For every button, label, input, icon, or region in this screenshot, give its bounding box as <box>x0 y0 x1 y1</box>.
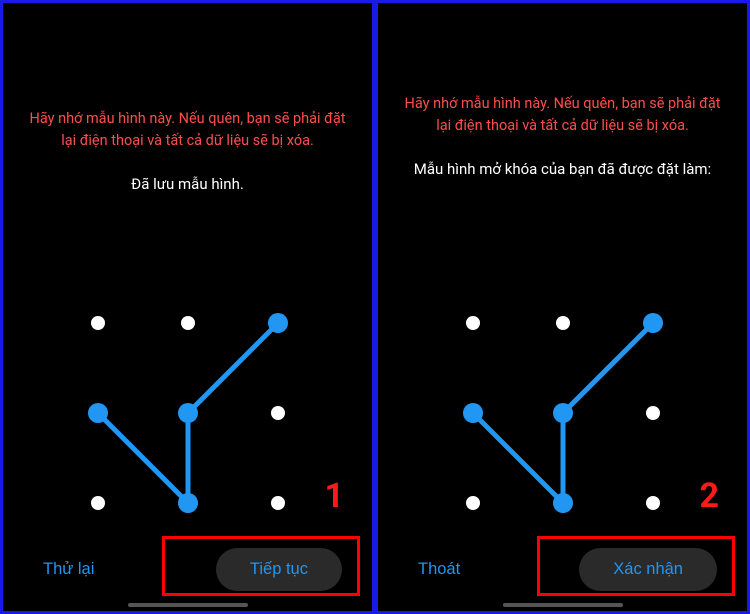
warning-message: Hãy nhớ mẫu hình này. Nếu quên, bạn sẽ p… <box>3 108 372 153</box>
pattern-grid[interactable] <box>453 303 673 523</box>
home-indicator[interactable] <box>503 603 623 607</box>
status-message: Đã lưu mẫu hình. <box>111 175 264 193</box>
lock-pattern-screen-1: Hãy nhớ mẫu hình này. Nếu quên, bạn sẽ p… <box>0 0 375 614</box>
pattern-dot-3[interactable] <box>463 403 483 423</box>
pattern-dot-6[interactable] <box>466 496 480 510</box>
pattern-dot-2[interactable] <box>268 313 288 333</box>
pattern-dot-6[interactable] <box>91 496 105 510</box>
pattern-dot-4[interactable] <box>553 403 573 423</box>
pattern-grid[interactable] <box>78 303 298 523</box>
pattern-dot-7[interactable] <box>553 493 573 513</box>
lock-pattern-screen-2: Hãy nhớ mẫu hình này. Nếu quên, bạn sẽ p… <box>375 0 750 614</box>
button-row: Thử lại Tiếp tục <box>3 548 372 591</box>
pattern-dot-7[interactable] <box>178 493 198 513</box>
step-annotation: 2 <box>699 476 719 516</box>
confirm-button[interactable]: Xác nhận <box>579 548 717 591</box>
exit-button[interactable]: Thoát <box>408 548 470 591</box>
pattern-dot-0[interactable] <box>91 316 105 330</box>
pattern-dot-0[interactable] <box>466 316 480 330</box>
pattern-dot-1[interactable] <box>556 316 570 330</box>
step-annotation: 1 <box>324 476 344 516</box>
pattern-dot-4[interactable] <box>178 403 198 423</box>
warning-message: Hãy nhớ mẫu hình này. Nếu quên, bạn sẽ p… <box>378 93 747 138</box>
pattern-dot-5[interactable] <box>646 406 660 420</box>
pattern-dot-8[interactable] <box>646 496 660 510</box>
pattern-dot-5[interactable] <box>271 406 285 420</box>
retry-button[interactable]: Thử lại <box>33 548 104 591</box>
pattern-dot-2[interactable] <box>643 313 663 333</box>
button-row: Thoát Xác nhận <box>378 548 747 591</box>
continue-button[interactable]: Tiếp tục <box>216 548 342 591</box>
pattern-dot-1[interactable] <box>181 316 195 330</box>
pattern-dot-8[interactable] <box>271 496 285 510</box>
pattern-dot-3[interactable] <box>88 403 108 423</box>
status-message: Mẫu hình mở khóa của bạn đã được đặt làm… <box>394 160 731 178</box>
home-indicator[interactable] <box>128 603 248 607</box>
